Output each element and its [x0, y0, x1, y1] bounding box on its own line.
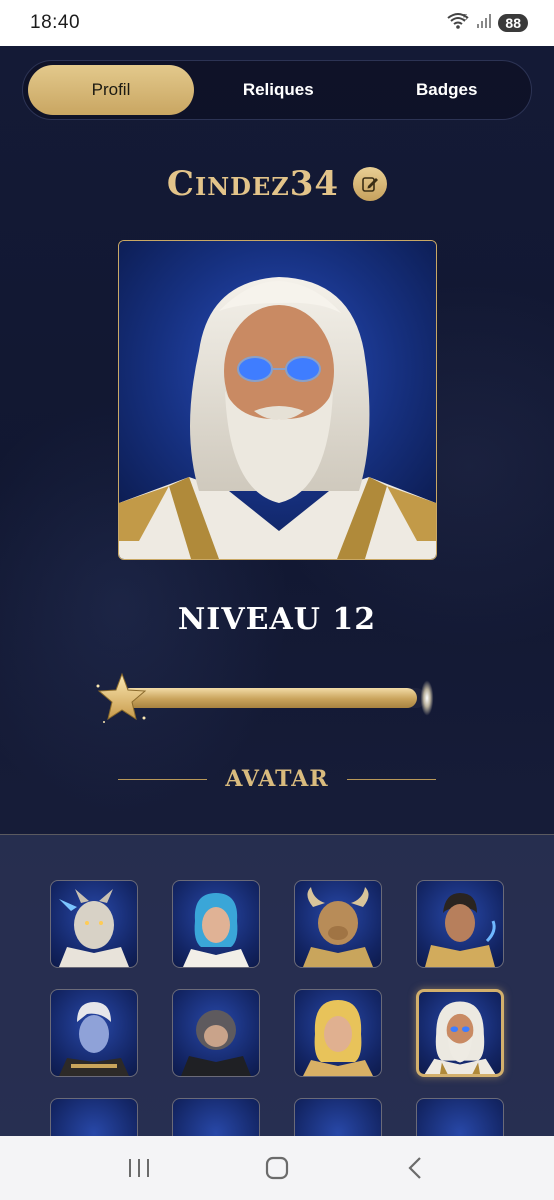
profile-screen: Profil Reliques Badges Cindez34 NIVEAU 1… — [0, 46, 554, 1136]
edit-icon — [362, 177, 379, 192]
xp-glow — [412, 676, 442, 720]
avatar-option[interactable] — [50, 989, 138, 1077]
avatar-option[interactable] — [294, 1098, 382, 1136]
wifi-icon: 5 — [446, 12, 470, 34]
edit-username-button[interactable] — [353, 167, 388, 201]
username-row: Cindez34 — [0, 164, 554, 204]
avatar-monkey-warrior — [181, 1010, 251, 1076]
status-bar: 18:40 5 88 — [0, 0, 554, 46]
tab-reliques[interactable]: Reliques — [194, 65, 363, 115]
avatar-dark-haired-paladin — [425, 893, 496, 967]
home-icon — [265, 1156, 289, 1180]
svg-text:5: 5 — [463, 13, 468, 22]
avatar-option[interactable] — [50, 880, 138, 968]
avatar-option[interactable] — [172, 880, 260, 968]
status-time: 18:40 — [30, 12, 81, 33]
avatar-white-dragon-warrior — [59, 889, 129, 967]
avatar-option[interactable] — [294, 880, 382, 968]
avatar-horned-minotaur — [303, 887, 373, 967]
avatar-option[interactable] — [172, 989, 260, 1077]
username: Cindez34 — [166, 164, 340, 204]
avatar-old-sage — [424, 1001, 496, 1074]
avatar-option[interactable] — [294, 989, 382, 1077]
system-navigation-bar — [0, 1136, 554, 1200]
divider — [346, 778, 436, 780]
status-icons: 5 88 — [446, 12, 528, 34]
avatar-white-haired-spirit — [59, 1002, 129, 1076]
avatar-option[interactable] — [50, 1098, 138, 1136]
avatar-panel — [0, 834, 554, 1136]
signal-icon — [476, 13, 492, 33]
level-label: NIVEAU 12 — [177, 602, 377, 637]
avatar-option[interactable] — [416, 1098, 504, 1136]
avatar-blue-haired-mage — [183, 893, 249, 967]
battery-indicator: 88 — [498, 14, 528, 32]
tab-profil[interactable]: Profil — [28, 65, 194, 115]
avatar-grid — [50, 880, 504, 1136]
home-button[interactable] — [247, 1143, 307, 1193]
recents-icon — [129, 1159, 149, 1177]
recents-button[interactable] — [109, 1143, 169, 1193]
avatar-option[interactable] — [172, 1098, 260, 1136]
xp-fill — [120, 688, 417, 708]
avatar-section-title: AVATAR — [225, 766, 329, 792]
tab-bar: Profil Reliques Badges — [22, 60, 532, 120]
avatar-section-header: AVATAR — [118, 764, 436, 794]
xp-track — [120, 688, 426, 708]
back-icon — [408, 1157, 421, 1179]
back-button[interactable] — [385, 1143, 445, 1193]
star-icon — [96, 672, 147, 723]
divider — [118, 778, 208, 780]
xp-progress-bar — [92, 666, 452, 730]
avatar-option-selected[interactable] — [416, 989, 504, 1077]
avatar-blond-hero — [303, 1000, 373, 1076]
avatar-option[interactable] — [416, 880, 504, 968]
profile-portrait — [118, 240, 437, 560]
tab-badges[interactable]: Badges — [363, 65, 532, 115]
